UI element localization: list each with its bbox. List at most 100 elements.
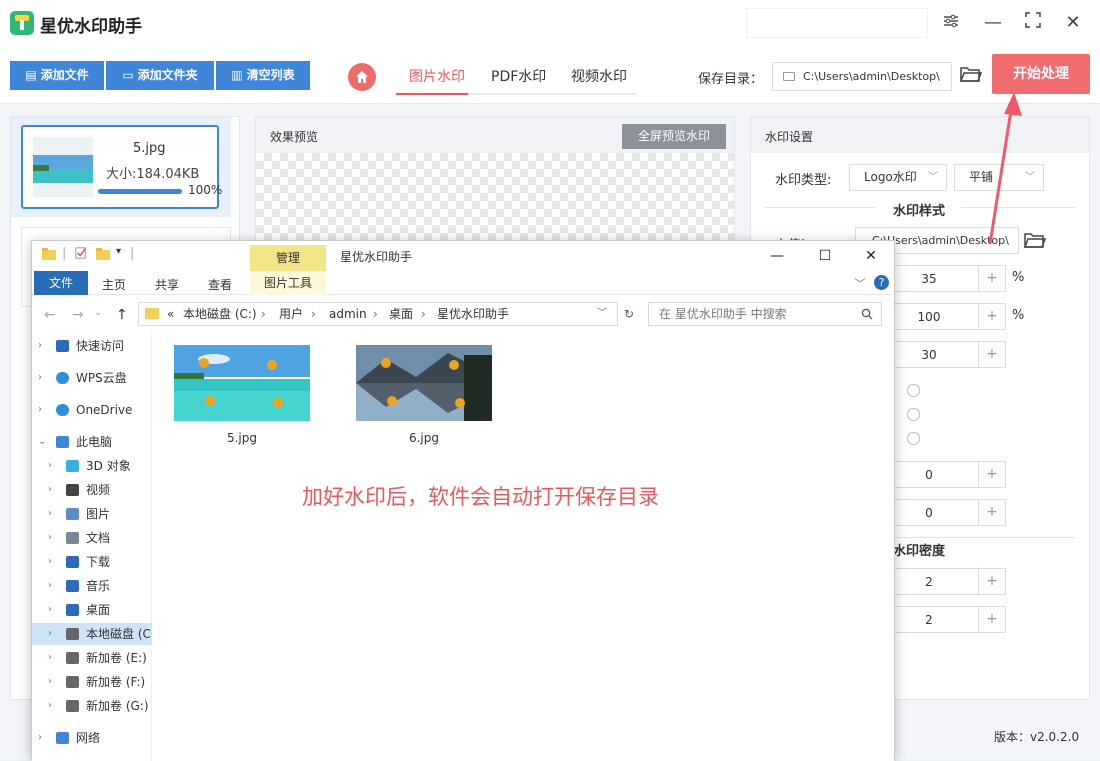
chevron-right-icon[interactable]: › <box>48 623 52 645</box>
search-input[interactable]: 在 星优水印助手 中搜索 <box>648 302 882 326</box>
expand-ribbon-icon[interactable]: ﹀ <box>854 275 866 292</box>
plus-icon[interactable]: + <box>978 266 1005 291</box>
minimize-icon[interactable]: — <box>980 10 1006 36</box>
tree-item[interactable]: › 新加卷 (E:) <box>32 647 152 669</box>
tree-item[interactable]: › 网络 <box>32 727 152 749</box>
address-bar[interactable]: « 本地磁盘 (C:) › 用户 › admin › 桌面 › 星优水印助手 ﹀ <box>138 302 618 326</box>
save-dir-input[interactable]: C:\Users\admin\Desktop\ <box>772 62 952 91</box>
add-folder-button[interactable]: ▭ 添加文件夹 <box>106 61 214 90</box>
file-thumbnail-item[interactable]: 5.jpg <box>174 345 310 445</box>
file-card[interactable]: 5.jpg 大小:184.04KB 100% <box>21 125 222 209</box>
recent-dropdown-icon[interactable]: ⌄ <box>94 307 102 318</box>
new-folder-icon[interactable] <box>96 248 110 260</box>
density-x-input[interactable]: 2 + <box>878 568 1006 595</box>
tree-item[interactable]: › WPS云盘 <box>32 367 152 389</box>
ribbon-home-tab[interactable]: 主页 <box>102 276 126 293</box>
breadcrumb-overflow[interactable]: « <box>167 303 174 325</box>
help-icon[interactable]: ? <box>874 275 889 290</box>
tree-item[interactable]: › 视频 <box>32 479 152 501</box>
ribbon-share-tab[interactable]: 共享 <box>155 276 179 293</box>
start-button[interactable]: 开始处理 <box>992 54 1090 94</box>
plus-icon[interactable]: + <box>978 342 1005 367</box>
tree-item[interactable]: › 本地磁盘 (C <box>32 623 152 645</box>
forward-arrow-icon[interactable]: → <box>72 307 84 323</box>
manage-tab[interactable]: 管理 <box>250 245 326 271</box>
breadcrumb-item[interactable]: 用户 <box>279 303 303 325</box>
ribbon-file-tab[interactable]: 文件 <box>34 271 88 295</box>
maximize-icon[interactable]: ☐ <box>810 245 840 267</box>
tree-item[interactable]: › 新加卷 (G:) <box>32 695 152 717</box>
file-thumbnail-item[interactable]: 6.jpg <box>356 345 492 445</box>
opacity-input[interactable]: 35 + <box>878 265 1006 292</box>
tree-item[interactable]: › 图片 <box>32 503 152 525</box>
fullscreen-preview-button[interactable]: 全屏预览水印 <box>622 124 726 149</box>
title-blank-area <box>746 8 928 38</box>
layout-select[interactable]: 平铺 ﹀ <box>954 164 1044 191</box>
close-icon[interactable]: ✕ <box>1060 10 1086 36</box>
maximize-icon[interactable] <box>1020 10 1046 36</box>
chevron-right-icon[interactable]: › <box>48 503 52 525</box>
settings-sliders-icon[interactable] <box>938 10 964 36</box>
chevron-right-icon[interactable]: › <box>48 695 52 717</box>
add-file-button[interactable]: ▤ 添加文件 <box>10 61 104 90</box>
clear-list-button[interactable]: ▥ 清空列表 <box>216 61 310 90</box>
offset-y-input[interactable]: 0 + <box>878 499 1006 526</box>
plus-icon[interactable]: + <box>978 607 1005 632</box>
refresh-icon[interactable]: ↻ <box>624 307 634 321</box>
tree-item[interactable]: › 文档 <box>32 527 152 549</box>
address-dropdown-icon[interactable]: ﹀ <box>597 303 607 325</box>
chevron-right-icon[interactable]: › <box>48 647 52 669</box>
tab-video-watermark[interactable]: 视频水印 <box>571 66 627 86</box>
list-item[interactable]: 5.jpg 大小:184.04KB 100% <box>11 117 231 217</box>
chevron-right-icon[interactable]: › <box>38 727 42 749</box>
tree-item[interactable]: › 音乐 <box>32 575 152 597</box>
plus-icon[interactable]: + <box>978 500 1005 525</box>
position-radio[interactable] <box>907 432 920 445</box>
breadcrumb-item[interactable]: 桌面 <box>389 303 413 325</box>
offset-x-input[interactable]: 0 + <box>878 461 1006 488</box>
plus-icon[interactable]: + <box>978 569 1005 594</box>
ribbon-view-tab[interactable]: 查看 <box>208 276 232 293</box>
tree-item[interactable]: › 新加卷 (F:) <box>32 671 152 693</box>
position-radio[interactable] <box>907 408 920 421</box>
chevron-right-icon[interactable]: › <box>38 399 42 421</box>
browse-logo-icon[interactable] <box>1023 231 1047 253</box>
chevron-right-icon[interactable]: › <box>48 527 52 549</box>
plus-icon[interactable]: + <box>978 304 1005 329</box>
tree-item[interactable]: › 3D 对象 <box>32 455 152 477</box>
tree-item[interactable]: › 快速访问 <box>32 335 152 357</box>
minimize-icon[interactable]: — <box>762 245 792 267</box>
breadcrumb-item[interactable]: 星优水印助手 <box>437 303 509 325</box>
tree-item[interactable]: ⌄ 此电脑 <box>32 431 152 453</box>
properties-icon[interactable] <box>74 247 88 259</box>
chevron-right-icon[interactable]: › <box>38 335 42 357</box>
scale-input[interactable]: 100 + <box>878 303 1006 330</box>
ribbon-picture-tools-tab[interactable]: 图片工具 <box>250 271 326 295</box>
plus-icon[interactable]: + <box>978 462 1005 487</box>
browse-folder-icon[interactable] <box>959 65 983 87</box>
customize-qa-icon[interactable]: ▾ <box>116 246 121 257</box>
tree-item[interactable]: › OneDrive <box>32 399 152 421</box>
chevron-right-icon[interactable]: › <box>48 551 52 573</box>
tree-item[interactable]: › 桌面 <box>32 599 152 621</box>
tab-image-watermark[interactable]: 图片水印 <box>409 66 465 86</box>
breadcrumb-item[interactable]: 本地磁盘 (C:) <box>183 303 257 325</box>
position-radio[interactable] <box>907 384 920 397</box>
breadcrumb-item[interactable]: admin <box>329 303 367 325</box>
rotation-input[interactable]: 30 + <box>878 341 1006 368</box>
up-arrow-icon[interactable]: ↑ <box>116 307 128 323</box>
chevron-right-icon[interactable]: › <box>48 455 52 477</box>
chevron-right-icon[interactable]: › <box>48 671 52 693</box>
home-button[interactable] <box>348 63 376 91</box>
chevron-right-icon[interactable]: › <box>48 575 52 597</box>
density-y-input[interactable]: 2 + <box>878 606 1006 633</box>
watermark-type-select[interactable]: Logo水印 ﹀ <box>849 164 947 191</box>
chevron-down-icon[interactable]: ⌄ <box>38 431 46 453</box>
chevron-right-icon[interactable]: › <box>48 479 52 501</box>
chevron-right-icon[interactable]: › <box>38 367 42 389</box>
tab-pdf-watermark[interactable]: PDF水印 <box>491 66 546 86</box>
back-arrow-icon[interactable]: ← <box>44 307 56 323</box>
chevron-right-icon[interactable]: › <box>48 599 52 621</box>
tree-item[interactable]: › 下载 <box>32 551 152 573</box>
close-icon[interactable]: ✕ <box>856 245 886 267</box>
